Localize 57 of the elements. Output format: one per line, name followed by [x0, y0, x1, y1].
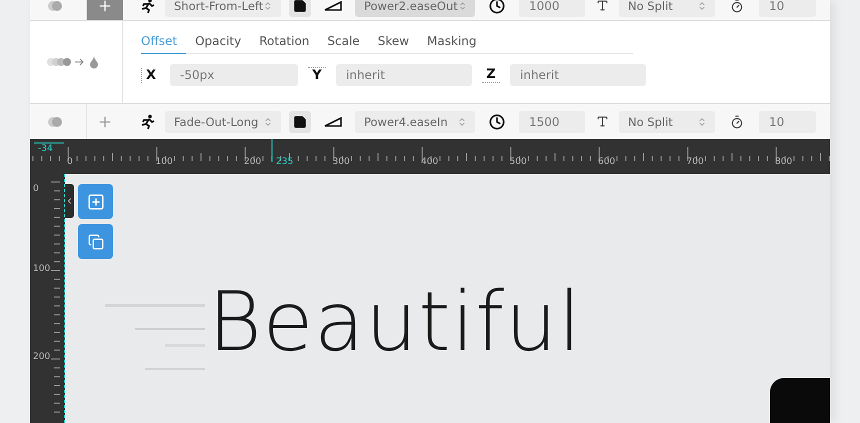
running-figure-icon	[139, 0, 157, 14]
duration-field[interactable]: 1000	[519, 0, 585, 16]
property-tab[interactable]: Rotation	[250, 31, 318, 54]
offset-field[interactable]: inherit	[336, 64, 472, 86]
collapse-tab[interactable]	[65, 184, 74, 218]
ruler-label: 200	[33, 352, 50, 362]
save-icon	[293, 114, 307, 128]
ruler-label: 0	[33, 184, 39, 194]
save-button[interactable]	[289, 0, 311, 16]
ruler-label: 300	[332, 157, 350, 167]
ruler-label: 600	[598, 157, 616, 167]
ruler-label: 400	[421, 157, 438, 167]
canvas-heading: Beautiful	[208, 282, 582, 364]
ruler-label: 0	[67, 157, 73, 167]
property-tab[interactable]: Scale	[318, 31, 369, 54]
plus-icon	[97, 114, 113, 130]
select-arrows-icon	[263, 0, 273, 10]
ruler-label: 700	[686, 157, 704, 167]
select-arrows-icon	[458, 0, 467, 10]
select-arrows-icon	[263, 116, 273, 126]
duration-field[interactable]: 1500	[519, 110, 585, 132]
ruler-marker-label: 235	[276, 157, 294, 167]
easing-select[interactable]: Power4.easeIn	[355, 110, 475, 132]
transition-select[interactable]: Short-From-Left	[165, 0, 281, 16]
chevron-left-icon	[65, 196, 74, 206]
property-tab[interactable]: Opacity	[186, 31, 250, 54]
add-layer-button[interactable]	[78, 184, 113, 219]
transition-select[interactable]: Fade-Out-Long	[165, 110, 281, 132]
stagger-field[interactable]: 10	[759, 110, 816, 132]
split-select[interactable]: No Split	[619, 0, 715, 16]
duplicate-icon	[88, 234, 104, 250]
stagger-field[interactable]: 10	[759, 0, 816, 16]
split-select[interactable]: No Split	[619, 110, 715, 132]
ruler-label: 200	[244, 157, 262, 167]
axis-label: X	[141, 68, 160, 82]
ruler-label: 100	[156, 157, 173, 167]
offset-field[interactable]: inherit	[510, 64, 646, 86]
running-figure-icon	[139, 114, 157, 130]
duplicate-button[interactable]	[78, 224, 113, 259]
ruler-label: 100	[33, 264, 50, 274]
axis-label: Z	[482, 67, 500, 83]
select-arrows-icon	[457, 116, 467, 126]
select-arrows-icon	[697, 0, 707, 10]
ruler-label: 800	[775, 157, 792, 167]
property-tab[interactable]: Offset	[141, 31, 186, 54]
offset-field[interactable]: -50px	[170, 64, 298, 86]
save-icon	[293, 0, 307, 12]
ruler-origin-label: -34	[38, 144, 53, 154]
add-layer-icon	[86, 192, 104, 210]
easing-select[interactable]: Power2.easeOut	[355, 0, 475, 16]
plus-icon	[97, 0, 113, 14]
property-tab[interactable]: Masking	[418, 31, 486, 54]
select-arrows-icon	[697, 116, 707, 126]
ruler-label: 500	[510, 157, 527, 167]
save-button[interactable]	[289, 110, 311, 132]
property-tab[interactable]: Skew	[368, 31, 418, 54]
axis-label: Y	[308, 67, 326, 83]
